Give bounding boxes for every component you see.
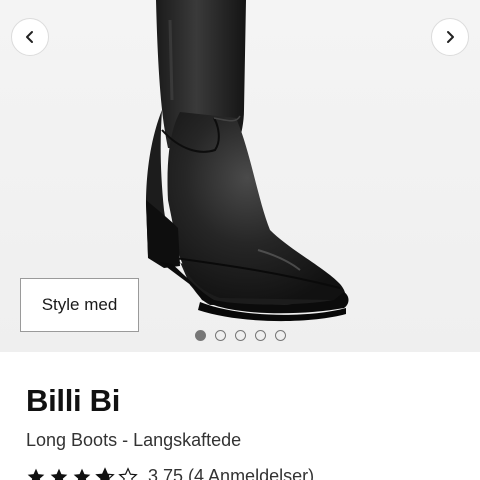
- rating-summary: 3,75 (4 Anmeldelser): [148, 466, 315, 480]
- chevron-right-icon: [447, 31, 454, 43]
- product-title: Long Boots - Langskaftede: [26, 430, 242, 450]
- brand-name[interactable]: Billi Bi: [26, 383, 120, 419]
- product-image-gallery[interactable]: Style med: [0, 0, 480, 352]
- previous-image-button[interactable]: [11, 18, 49, 56]
- product-info: Billi Bi Long Boots - Langskaftede 3,75 …: [0, 352, 480, 480]
- star-full-icon: [27, 468, 45, 480]
- pagination-dot-3[interactable]: [235, 330, 246, 341]
- star-partial-icon: [95, 466, 115, 480]
- style-with-button[interactable]: Style med: [20, 278, 139, 332]
- pagination-dot-2[interactable]: [215, 330, 226, 341]
- star-empty-icon: [118, 466, 138, 480]
- chevron-left-icon: [26, 31, 33, 43]
- pagination-dot-4[interactable]: [255, 330, 266, 341]
- product-rating[interactable]: 3,75 (4 Anmeldelser): [26, 466, 314, 480]
- star-full-icon: [73, 468, 91, 480]
- image-pagination-dots: [195, 330, 286, 341]
- next-image-button[interactable]: [431, 18, 469, 56]
- rating-stars: [26, 466, 138, 480]
- star-full-icon: [50, 468, 68, 480]
- pagination-dot-5[interactable]: [275, 330, 286, 341]
- pagination-dot-1[interactable]: [195, 330, 206, 341]
